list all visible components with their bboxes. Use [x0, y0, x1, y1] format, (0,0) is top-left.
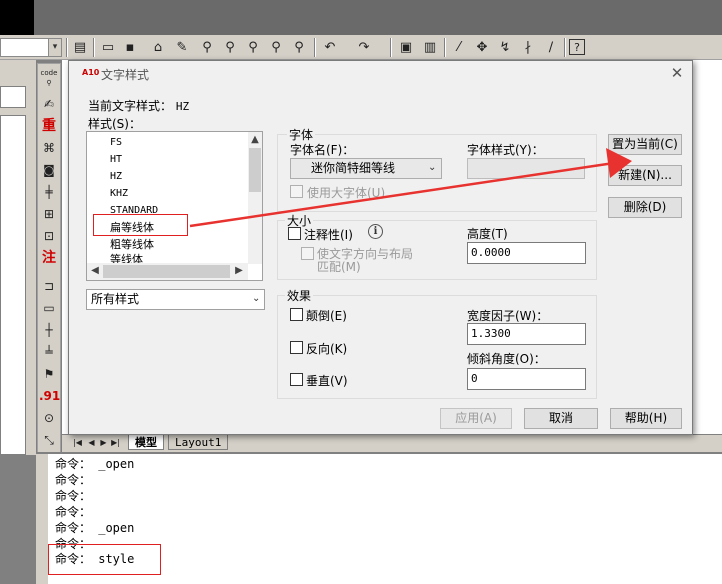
autocad-window: ▾ ▤ ▭ ▪ ⌂ ✎ ⚲ ⚲ ⚲ ⚲ ⚲ ↶ ↷ ▣ ▥ ⁄ ✥ ↯ ∤ ∕ … [0, 0, 722, 584]
annotation-arrow-line [189, 161, 615, 228]
annotation-arrow [189, 148, 632, 228]
annotation-arrow-head [606, 148, 632, 178]
